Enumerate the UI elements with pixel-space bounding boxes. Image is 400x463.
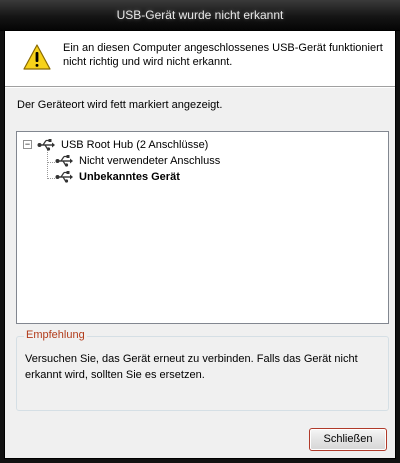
header-message: Ein an diesen Computer angeschlossenes U… <box>63 42 383 68</box>
tree-item-root-hub[interactable]: − USB Root Hub (2 Anschlüsse) <box>23 137 283 153</box>
usb-icon <box>37 139 55 151</box>
header-band: Ein an diesen Computer angeschlossenes U… <box>5 31 395 86</box>
recommendation-caption: Empfehlung <box>24 329 87 341</box>
title-bar[interactable]: USB-Gerät wurde nicht erkannt <box>0 0 400 31</box>
warning-icon <box>23 44 51 70</box>
tree-item-unknown-device[interactable]: Unbekanntes Gerät <box>53 169 293 185</box>
tree-item-label: Unbekanntes Gerät <box>79 171 180 183</box>
tree-item-label: Nicht verwendeter Anschluss <box>79 155 221 167</box>
dialog-client-area: Ein an diesen Computer angeschlossenes U… <box>4 30 396 459</box>
close-button[interactable]: Schließen <box>309 428 387 451</box>
usb-icon <box>55 171 73 183</box>
tree-connector <box>47 150 48 179</box>
dialog-window: USB-Gerät wurde nicht erkannt Ein an die… <box>0 0 400 463</box>
tree-item-unused-port[interactable]: Nicht verwendeter Anschluss <box>53 153 293 169</box>
device-tree[interactable]: − USB Root Hub (2 Anschlüsse) Nicht verw… <box>16 131 389 324</box>
collapse-icon[interactable]: − <box>23 140 32 149</box>
usb-icon <box>55 155 73 167</box>
header-divider <box>5 86 395 88</box>
recommendation-group: Empfehlung Versuchen Sie, das Gerät erne… <box>16 329 389 411</box>
instruction-text: Der Geräteort wird fett markiert angezei… <box>17 99 223 111</box>
tree-item-label: USB Root Hub (2 Anschlüsse) <box>61 139 209 151</box>
window-title: USB-Gerät wurde nicht erkannt <box>116 8 284 22</box>
recommendation-text: Versuchen Sie, das Gerät erneut zu verbi… <box>25 353 358 381</box>
